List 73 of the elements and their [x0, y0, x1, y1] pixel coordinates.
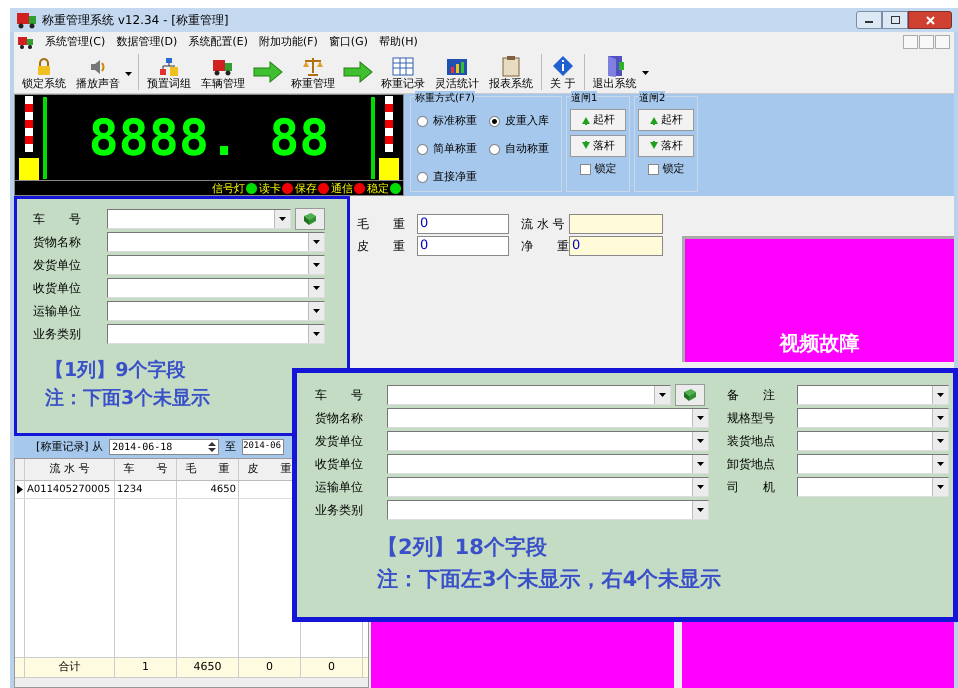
indicator-label: 信号灯: [212, 182, 245, 194]
lower-button[interactable]: 落杆: [570, 135, 626, 157]
field-label: 业务类别: [33, 326, 82, 342]
field-label: 规格型号: [727, 410, 776, 426]
field-label: 发货单位: [33, 256, 82, 274]
column-header: 车 号: [115, 459, 177, 480]
to-label: 至: [225, 438, 236, 455]
table-cell: 1234: [115, 481, 177, 498]
field-label: 车 号: [33, 210, 82, 228]
column-header: 毛 重: [177, 459, 239, 480]
note-text: 注：下面左3个未显示，右4个未显示: [377, 566, 722, 593]
toolbar-button[interactable]: 灵活统计: [433, 57, 481, 91]
menu-item[interactable]: 系统配置(E): [188, 34, 248, 50]
weight-label: 皮 重: [357, 238, 406, 255]
raise-button[interactable]: 起杆: [638, 109, 694, 131]
toolbar-button[interactable]: 报表系统: [487, 55, 535, 91]
column-header: 流 水 号: [25, 459, 115, 480]
field-label: 货物名称: [33, 234, 82, 250]
weight-label: 流 水 号: [520, 216, 566, 233]
menu-item[interactable]: 帮助(H): [378, 34, 418, 50]
menu-item[interactable]: 窗口(G): [328, 34, 368, 50]
toolbar-button[interactable]: 称重管理: [289, 55, 337, 91]
radio-label: 简单称重: [433, 140, 477, 157]
radio-label: 自动称重: [505, 140, 549, 157]
weight-field[interactable]: 0: [417, 236, 509, 256]
window-title: 称重管理系统 v12.34 - [称重管理]: [42, 12, 229, 29]
checkbox-label: 锁定: [594, 161, 616, 177]
date-field[interactable]: 2014-06: [242, 439, 284, 455]
weight-reading: 8888. 88: [88, 112, 330, 162]
field-label: 运输单位: [33, 302, 82, 320]
video-error-text: 视频故障: [780, 330, 860, 357]
field-label: 发货单位: [315, 432, 364, 450]
toolbar-button[interactable]: 称重记录: [379, 57, 427, 91]
menu-item[interactable]: 附加功能(F): [258, 34, 318, 50]
weight-field[interactable]: 0: [569, 236, 663, 256]
toolbar-button[interactable]: 播放声音: [74, 57, 122, 91]
lower-button[interactable]: 落杆: [638, 135, 694, 157]
toolbar-button[interactable]: 车辆管理: [199, 57, 247, 91]
note-text: 【1列】9个字段: [45, 358, 186, 383]
radio-label: 标准称重: [433, 112, 477, 129]
field-label: 车 号: [315, 386, 364, 404]
radio-label: 直接净重: [433, 168, 477, 185]
field-label: 业务类别: [315, 502, 364, 518]
weight-label: 净 重: [520, 238, 569, 255]
toolbar-button[interactable]: 锁定系统: [20, 57, 68, 91]
note-text: 【2列】18个字段: [377, 534, 548, 561]
field-label: 运输单位: [315, 478, 364, 496]
toolbar-button[interactable]: 关 于: [548, 55, 578, 91]
date-field[interactable]: 2014-06-18: [109, 439, 220, 455]
indicator-label: 稳定: [367, 182, 389, 194]
field-label: 收货单位: [33, 280, 82, 296]
field-label: 装货地点: [727, 432, 776, 450]
weight-label: 毛 重: [357, 216, 406, 233]
toolbar-button[interactable]: 退出系统: [590, 55, 638, 91]
field-label: 货物名称: [315, 410, 364, 426]
radio-label: 皮重入库: [505, 112, 549, 129]
indicator-label: 通信: [331, 182, 353, 194]
field-label: 卸货地点: [727, 456, 776, 472]
records-label: [称重记录] 从: [36, 438, 104, 455]
table-cell: 4650: [177, 481, 239, 498]
menu-item[interactable]: 数据管理(D): [116, 34, 178, 50]
field-label: 备 注: [727, 386, 776, 404]
raise-button[interactable]: 起杆: [570, 109, 626, 131]
menu-item[interactable]: 系统管理(C): [45, 34, 106, 50]
field-label: 收货单位: [315, 456, 364, 472]
note-text: 注：下面3个未显示: [45, 386, 210, 411]
indicator-label: 保存: [295, 182, 317, 194]
weight-field[interactable]: 0: [417, 214, 509, 234]
checkbox-label: 锁定: [662, 161, 684, 177]
table-cell: A011405270005: [25, 481, 115, 498]
indicator-label: 读卡: [259, 182, 281, 194]
toolbar-button[interactable]: 预置词组: [145, 57, 193, 91]
field-label: 司 机: [727, 478, 776, 496]
